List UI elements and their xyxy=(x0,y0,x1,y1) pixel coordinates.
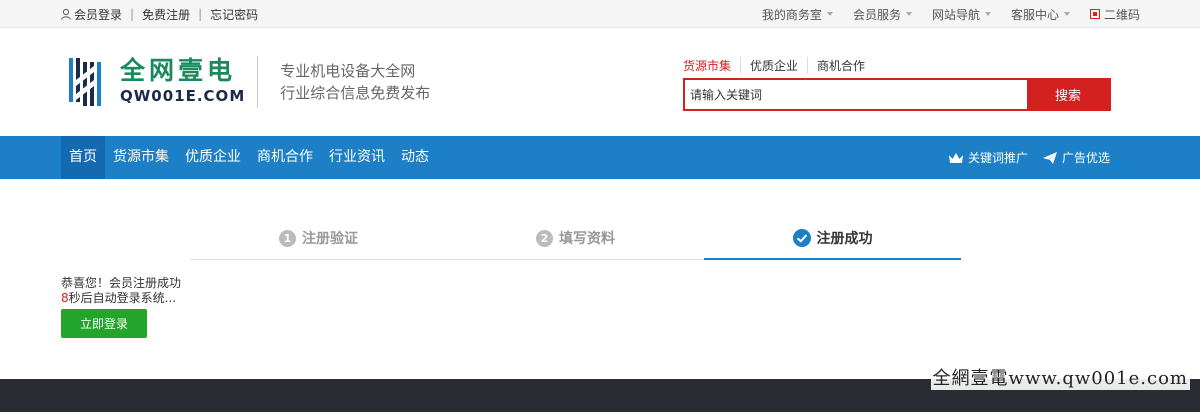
site-logo[interactable]: 全网壹电 QW001E.COM 专业机电设备大全网 行业综合信息免费发布 xyxy=(68,56,430,108)
caret-down-icon xyxy=(984,12,991,16)
nav-item-enterprises[interactable]: 优质企业 xyxy=(177,136,249,179)
login-link[interactable]: 会员登录 xyxy=(74,6,122,23)
step-fill-info: 2 填写资料 xyxy=(447,215,704,259)
menu-member-service[interactable]: 会员服务 xyxy=(853,6,912,23)
success-message: 恭喜您！会员注册成功 8秒后自动登录系统... xyxy=(61,276,181,306)
step-verify: 1 注册验证 xyxy=(190,215,447,259)
logo-mark-icon xyxy=(69,58,101,106)
top-bar: 会员登录 | 免费注册 | 忘记密码 我的商务室 会员服务 网站导航 客服中心 … xyxy=(0,0,1200,28)
caret-down-icon xyxy=(1063,12,1070,16)
logo-text: 全网壹电 QW001E.COM xyxy=(120,57,245,107)
paper-plane-icon xyxy=(1042,151,1057,164)
register-steps: 1 注册验证 2 填写资料 注册成功 xyxy=(190,215,961,260)
search-area: 货源市集 优质企业 商机合作 搜索 xyxy=(683,56,1111,111)
slogan-line-2: 行业综合信息免费发布 xyxy=(280,84,431,102)
search-box: 搜索 xyxy=(683,78,1111,111)
qrcode-icon xyxy=(1089,9,1100,19)
check-circle-icon xyxy=(792,228,811,247)
caret-down-icon xyxy=(826,12,833,16)
step-success: 注册成功 xyxy=(704,215,961,260)
ad-select-link[interactable]: 广告优选 xyxy=(1042,149,1110,166)
slogan: 专业机电设备大全网 行业综合信息免费发布 xyxy=(280,60,430,104)
caret-down-icon xyxy=(905,12,912,16)
search-tab-business[interactable]: 商机合作 xyxy=(808,57,874,74)
nav-item-business[interactable]: 商机合作 xyxy=(249,136,321,179)
header: 全网壹电 QW001E.COM 专业机电设备大全网 行业综合信息免费发布 货源市… xyxy=(0,28,1200,136)
separator: | xyxy=(198,7,203,21)
separator: | xyxy=(130,7,135,21)
success-line-2: 8秒后自动登录系统... xyxy=(61,291,177,305)
step-label: 注册验证 xyxy=(302,231,358,247)
search-tab-enterprises[interactable]: 优质企业 xyxy=(741,56,809,74)
search-button[interactable]: 搜索 xyxy=(1027,80,1109,109)
countdown-seconds: 8 xyxy=(61,291,69,305)
slogan-line-1: 专业机电设备大全网 xyxy=(280,62,416,80)
step-number: 1 xyxy=(279,229,296,247)
search-input[interactable] xyxy=(685,80,1027,109)
menu-site-nav[interactable]: 网站导航 xyxy=(932,6,991,23)
register-link[interactable]: 免费注册 xyxy=(142,6,190,23)
forgot-password-link[interactable]: 忘记密码 xyxy=(210,6,258,23)
user-icon xyxy=(61,8,71,20)
step-label: 填写资料 xyxy=(559,231,615,247)
crown-icon xyxy=(948,152,963,163)
nav-item-goods[interactable]: 货源市集 xyxy=(105,136,177,179)
nav-item-dynamic[interactable]: 动态 xyxy=(393,136,437,179)
menu-qrcode[interactable]: 二维码 xyxy=(1089,6,1140,23)
nav-items: 首页 货源市集 优质企业 商机合作 行业资讯 动态 xyxy=(61,136,437,179)
nav-item-news[interactable]: 行业资讯 xyxy=(321,136,393,179)
nav-right: 关键词推广 广告优选 xyxy=(934,136,1110,179)
keyword-promo-link[interactable]: 关键词推广 xyxy=(948,149,1028,166)
nav-item-home[interactable]: 首页 xyxy=(61,136,105,179)
success-line-1: 恭喜您！会员注册成功 xyxy=(61,276,182,290)
step-number: 2 xyxy=(536,229,553,247)
menu-customer-service[interactable]: 客服中心 xyxy=(1011,6,1070,23)
search-tabs: 货源市集 优质企业 商机合作 xyxy=(683,56,1111,74)
logo-cn: 全网壹电 xyxy=(120,56,237,85)
step-label: 注册成功 xyxy=(816,230,873,247)
search-tab-goods[interactable]: 货源市集 xyxy=(683,56,742,74)
logo-en: QW001E.COM xyxy=(120,87,246,105)
login-now-button[interactable]: 立即登录 xyxy=(61,309,147,338)
watermark: 全網壹電www.qw001e.com xyxy=(930,364,1190,390)
top-left-links: 会员登录 | 免费注册 | 忘记密码 xyxy=(60,6,258,23)
main-nav: 首页 货源市集 优质企业 商机合作 行业资讯 动态 关键词推广 广告优选 xyxy=(0,136,1200,179)
top-right-menus: 我的商务室 会员服务 网站导航 客服中心 二维码 xyxy=(742,6,1140,23)
menu-my-office[interactable]: 我的商务室 xyxy=(762,6,833,23)
logo-divider xyxy=(257,56,259,108)
